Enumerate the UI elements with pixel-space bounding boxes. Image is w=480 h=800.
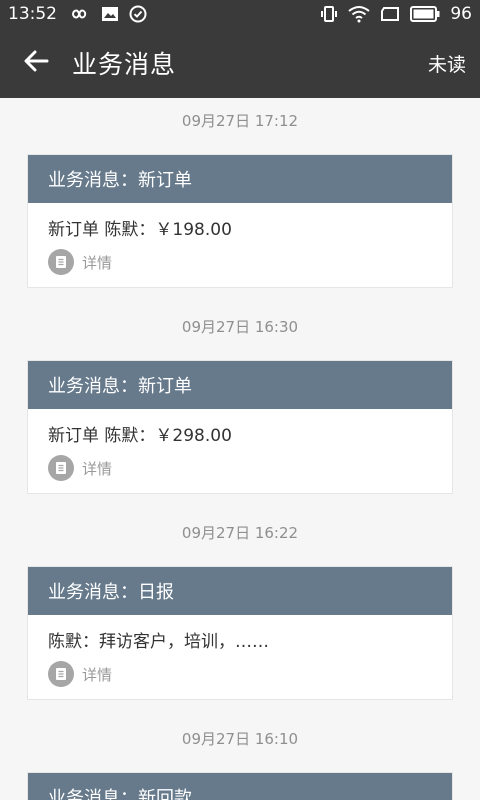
detail-link[interactable]: 详情 — [48, 455, 432, 481]
wifi-icon — [348, 5, 370, 23]
message-timestamp: 09月27日 16:30 — [181, 317, 299, 336]
message-card[interactable]: 业务消息：新回款 — [27, 772, 453, 800]
battery-level: 96 — [450, 4, 472, 24]
page-title: 业务消息 — [72, 50, 177, 79]
app-bar: 业务消息 未读 — [0, 28, 480, 98]
message-timestamp: 09月27日 17:12 — [181, 111, 299, 130]
battery-icon — [410, 6, 440, 22]
message-item: 09月27日 16:10 业务消息：新回款 — [0, 716, 480, 800]
document-icon — [48, 661, 74, 687]
message-card[interactable]: 业务消息：新订单 新订单 陈默：￥298.00 详情 — [27, 360, 453, 494]
message-title[interactable]: 业务消息：日报 — [28, 567, 452, 615]
document-icon — [48, 249, 74, 275]
detail-link[interactable]: 详情 — [48, 249, 432, 275]
infinity-icon — [67, 7, 91, 21]
detail-label: 详情 — [82, 665, 113, 684]
unread-button[interactable]: 未读 — [428, 50, 466, 77]
back-button[interactable] — [0, 28, 72, 98]
message-item: 09月27日 16:30 业务消息：新订单 新订单 陈默：￥298.00 详情 — [0, 304, 480, 494]
message-summary: 陈默：拜访客户，培训，…… — [48, 631, 269, 652]
message-timestamp: 09月27日 16:22 — [181, 523, 299, 542]
message-title[interactable]: 业务消息：新订单 — [28, 155, 452, 203]
message-item: 09月27日 16:22 业务消息：日报 陈默：拜访客户，培训，…… 详情 — [0, 510, 480, 700]
arrow-left-icon — [23, 50, 49, 76]
message-timestamp: 09月27日 16:10 — [181, 729, 299, 748]
document-icon — [48, 455, 74, 481]
vibrate-icon — [320, 5, 338, 23]
detail-label: 详情 — [82, 459, 113, 478]
check-circle-icon — [129, 5, 147, 23]
detail-link[interactable]: 详情 — [48, 661, 432, 687]
detail-label: 详情 — [82, 253, 113, 272]
message-title[interactable]: 业务消息：新回款 — [28, 773, 452, 800]
message-card[interactable]: 业务消息：新订单 新订单 陈默：￥198.00 详情 — [27, 154, 453, 288]
status-time: 13:52 — [8, 4, 57, 24]
message-summary: 新订单 陈默：￥198.00 — [48, 219, 232, 240]
sim-icon — [380, 6, 400, 22]
message-title[interactable]: 业务消息：新订单 — [28, 361, 452, 409]
message-list[interactable]: 09月27日 17:12 业务消息：新订单 新订单 陈默：￥198.00 详情 … — [0, 98, 480, 800]
status-bar: 13:52 96 — [0, 0, 480, 28]
message-card[interactable]: 业务消息：日报 陈默：拜访客户，培训，…… 详情 — [27, 566, 453, 700]
message-summary: 新订单 陈默：￥298.00 — [48, 425, 232, 446]
message-item: 09月27日 17:12 业务消息：新订单 新订单 陈默：￥198.00 详情 — [0, 98, 480, 288]
image-icon — [101, 6, 119, 22]
